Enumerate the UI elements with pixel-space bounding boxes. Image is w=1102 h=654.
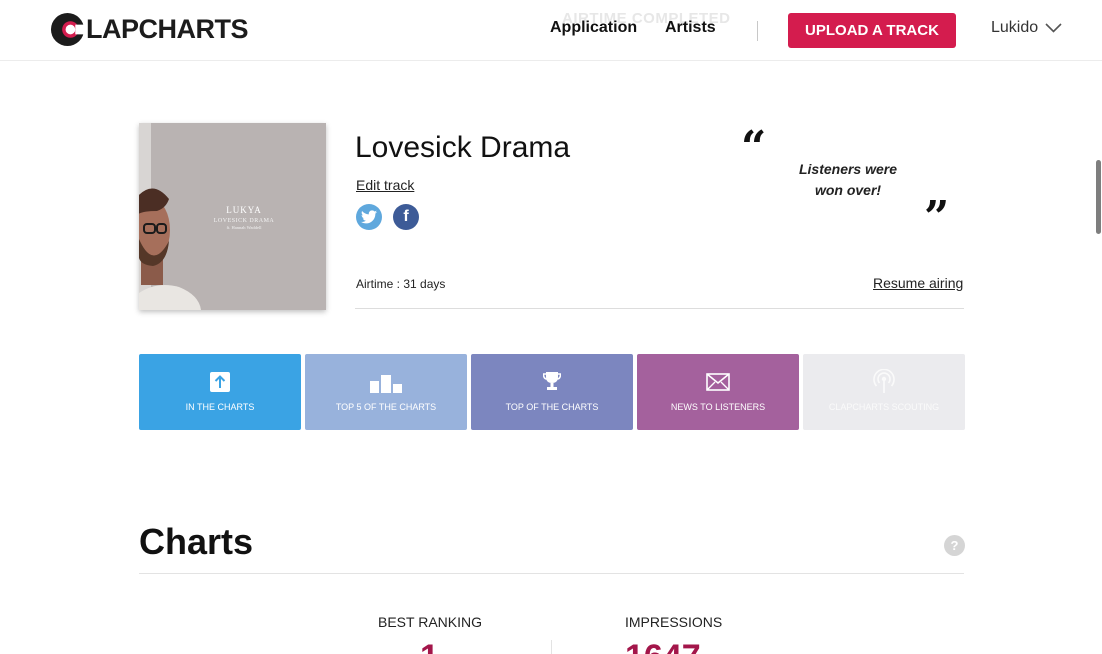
impressions-value: 1647: [625, 640, 701, 654]
help-icon[interactable]: ?: [944, 535, 965, 556]
track-cover-art: LUKYA LOVESICK DRAMA ft. Hannah Waddell: [139, 123, 326, 310]
option-label: TOP 5 OF THE CHARTS: [335, 402, 437, 412]
option-label: CLAPCHARTS SCOUTING: [828, 402, 940, 412]
artist-portrait-image: [139, 188, 201, 310]
twitter-share-button[interactable]: [356, 204, 382, 230]
cover-artist-text: LUKYA: [226, 205, 262, 215]
nav-artists[interactable]: Artists: [665, 19, 716, 37]
edit-track-link[interactable]: Edit track: [356, 177, 414, 193]
option-top-of-charts[interactable]: TOP OF THE CHARTS: [471, 354, 633, 430]
twitter-icon: [361, 210, 377, 224]
track-divider: [355, 308, 964, 309]
brand-name: LAPCHARTS: [86, 14, 249, 44]
best-ranking-label: BEST RANKING: [378, 614, 482, 630]
facebook-share-button[interactable]: f: [393, 204, 419, 230]
clapcharts-logo[interactable]: LAPCHARTS: [50, 11, 249, 48]
impressions-label: IMPRESSIONS: [625, 614, 723, 630]
cover-title-text: LOVESICK DRAMA: [213, 218, 275, 224]
quote-open-mark: “: [741, 122, 767, 173]
trophy-icon: [543, 372, 561, 390]
facebook-icon: f: [403, 208, 409, 225]
nav-application[interactable]: Application: [550, 19, 637, 37]
broadcast-icon: [873, 369, 895, 393]
cover-featuring-text: ft. Hannah Waddell: [226, 225, 262, 230]
stats-divider: [551, 640, 552, 654]
track-title: Lovesick Drama: [355, 131, 571, 164]
option-top-5[interactable]: TOP 5 OF THE CHARTS: [305, 354, 467, 430]
option-label: NEWS TO LISTENERS: [670, 402, 766, 412]
charts-section-title: Charts: [139, 521, 254, 562]
best-ranking-value: 1: [420, 640, 439, 654]
quote-close-mark: ”: [924, 192, 950, 243]
top-header: AIRTIME COMPLETED LAPCHARTS Application …: [0, 0, 1102, 61]
option-in-the-charts[interactable]: IN THE CHARTS: [139, 354, 301, 430]
option-label: TOP OF THE CHARTS: [505, 402, 599, 412]
podium-icon: [370, 375, 402, 393]
page-scrollbar[interactable]: [1096, 160, 1101, 234]
logo-mark-icon: [50, 12, 85, 47]
option-label: IN THE CHARTS: [185, 402, 255, 412]
user-name: Lukido: [991, 19, 1039, 36]
user-menu[interactable]: Lukido: [991, 19, 1062, 37]
chevron-down-icon: [1045, 23, 1062, 33]
envelope-icon: [706, 373, 730, 391]
upload-track-button[interactable]: UPLOAD A TRACK: [788, 13, 956, 48]
resume-airing-link[interactable]: Resume airing: [873, 275, 963, 291]
option-news-to-listeners[interactable]: NEWS TO LISTENERS: [637, 354, 799, 430]
airtime-text: Airtime : 31 days: [356, 277, 446, 291]
nav-divider: [757, 21, 758, 41]
listener-quote: Listeners were won over!: [798, 161, 898, 198]
upload-arrow-icon: [210, 372, 230, 392]
option-clapcharts-scouting[interactable]: CLAPCHARTS SCOUTING: [803, 354, 965, 430]
charts-divider: [139, 573, 964, 574]
